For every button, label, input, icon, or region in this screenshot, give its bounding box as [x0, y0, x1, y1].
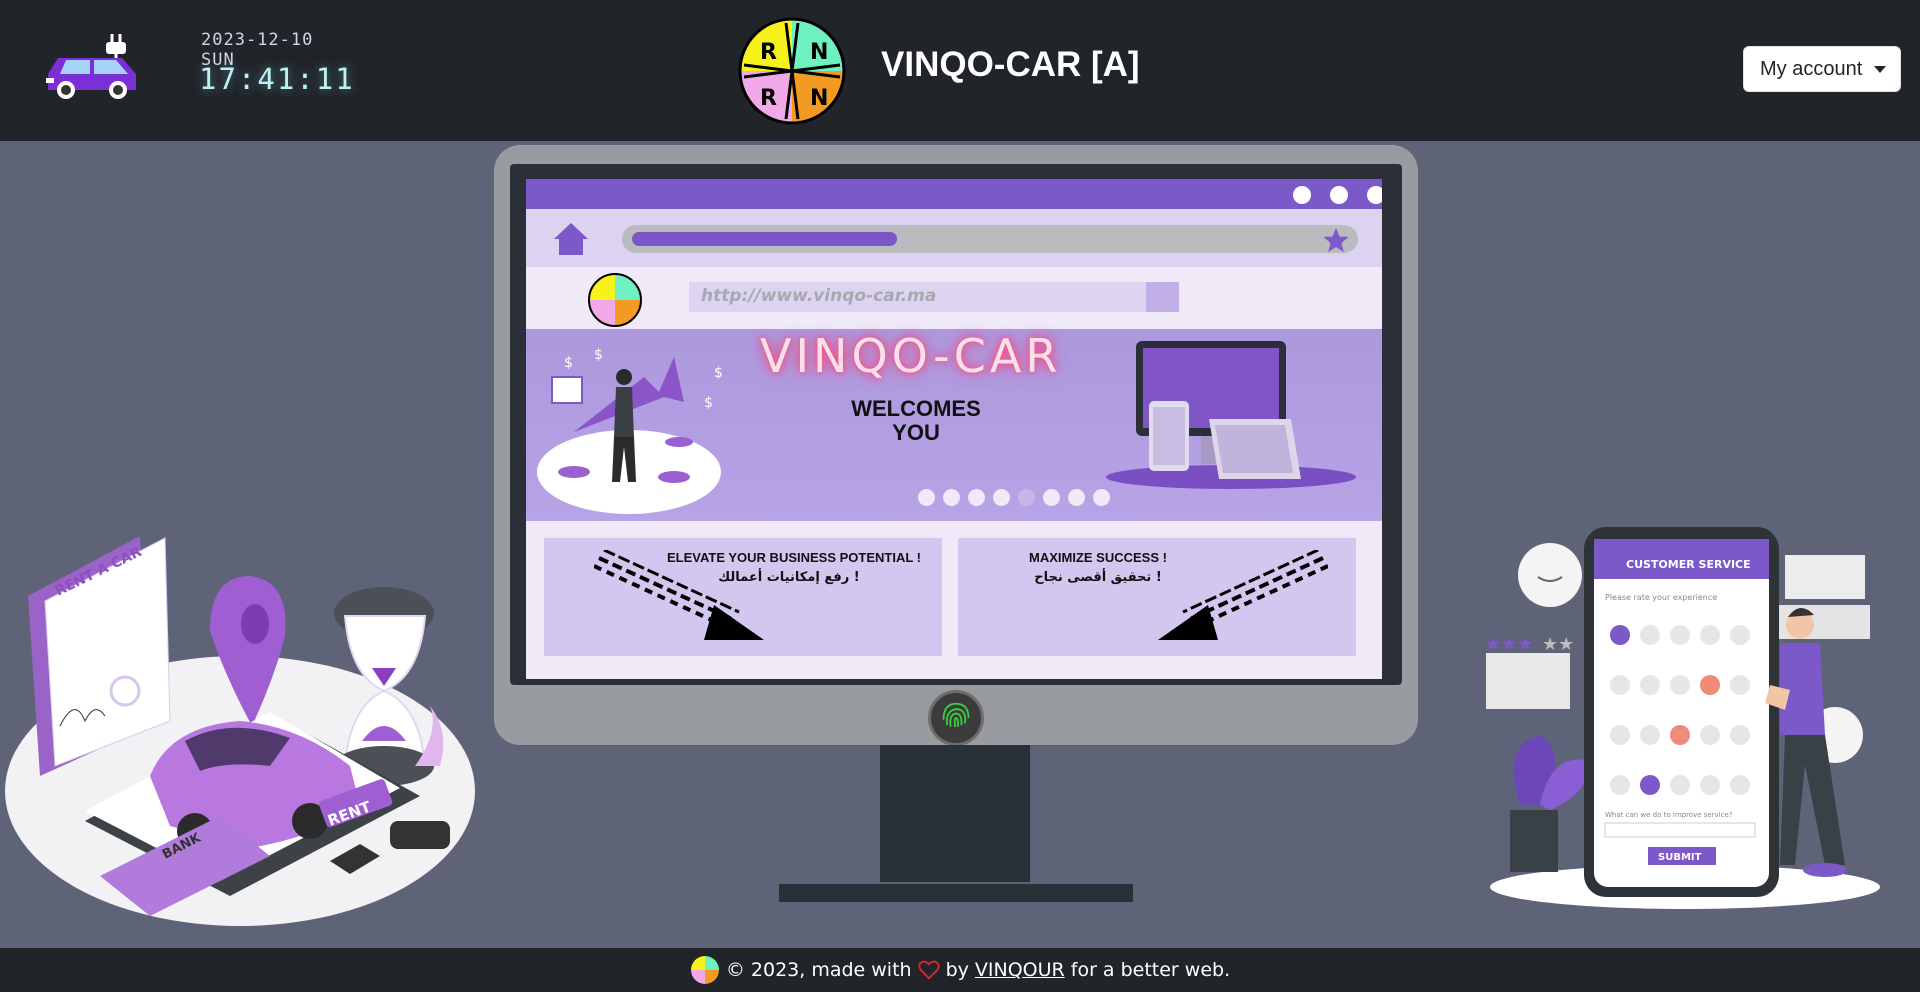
customer-service-illustration: ★★★ ★★ CUSTOMER SERVICE Please rate your…	[1485, 527, 1880, 909]
url-bar: http://www.vinqo-car.ma	[689, 282, 1179, 312]
phone-submit: SUBMIT	[1658, 852, 1702, 863]
footer-by: by	[945, 959, 969, 981]
feature-card-title: MAXIMIZE SUCCESS !	[1029, 550, 1167, 565]
progress-fill	[632, 232, 897, 246]
hero-subtitle: WELCOMES YOU	[836, 397, 996, 445]
account-label: My account	[1760, 57, 1863, 80]
window-dot	[1330, 186, 1348, 204]
star-icon	[1323, 228, 1349, 252]
caret-down-icon	[1874, 66, 1886, 73]
home-icon	[554, 223, 588, 255]
hero-subtitle-line2: YOU	[892, 420, 940, 445]
carousel-dot	[1043, 489, 1060, 506]
devices-illustration	[1106, 341, 1356, 489]
monitor-screen: http://www.vinqo-car.ma $ $ $ $ VINQO-CA…	[526, 179, 1382, 679]
url-text: http://www.vinqo-car.ma	[701, 286, 937, 306]
main-content: RENT A CAR RENT BANK http://www.vinqo-ca…	[0, 141, 1920, 948]
arrow-graphic	[1158, 550, 1328, 640]
hero-title: VINQO-CAR	[760, 329, 1062, 383]
author-link[interactable]: VINQOUR	[975, 959, 1065, 981]
monitor-base	[779, 884, 1133, 902]
carousel-dot	[993, 489, 1010, 506]
feature-card-title: ELEVATE YOUR BUSINESS POTENTIAL !	[666, 550, 921, 565]
feature-card: ELEVATE YOUR BUSINESS POTENTIAL ! رفع إم…	[544, 538, 942, 656]
arrow-graphic	[594, 550, 764, 640]
footer: © 2023, made with by VINQOUR for a bette…	[0, 948, 1920, 992]
browser-nav-row	[526, 209, 1382, 267]
brand-logo-small	[588, 273, 642, 327]
svg-text:$: $	[594, 347, 603, 363]
footer-tagline: for a better web.	[1070, 959, 1231, 981]
svg-text:$: $	[564, 355, 573, 371]
carousel-dot	[1093, 489, 1110, 506]
window-dot	[1367, 186, 1382, 204]
top-header: 2023-12-10 SUN 17:41:11 R N R N VINQO-CA…	[0, 0, 1920, 141]
phone-question: What can we do to improve service?	[1605, 811, 1733, 819]
browser-url-row: http://www.vinqo-car.ma	[526, 267, 1382, 329]
feature-card: MAXIMIZE SUCCESS ! تحقيق أقصى نجاح !	[958, 538, 1356, 656]
carousel-dot	[968, 489, 985, 506]
feature-card-title-arabic: رفع إمكانيات أعمالك !	[718, 570, 860, 585]
heart-icon	[917, 960, 940, 980]
carousel-dot	[943, 489, 960, 506]
fingerprint-icon	[928, 690, 984, 746]
svg-text:R: R	[760, 40, 777, 65]
feature-card-title-arabic: تحقيق أقصى نجاح !	[1034, 570, 1162, 585]
business-man-illustration: $ $ $ $	[537, 347, 723, 514]
svg-text:N: N	[810, 40, 828, 65]
my-account-dropdown[interactable]: My account	[1743, 46, 1901, 92]
phone-header: CUSTOMER SERVICE	[1626, 558, 1751, 571]
svg-text:★★★: ★★★	[1485, 634, 1533, 655]
loading-progress-bar	[622, 225, 1358, 253]
clock-widget: 2023-12-10 SUN 17:41:11	[190, 20, 353, 104]
footer-logo-icon	[690, 956, 719, 984]
browser-title-bar	[526, 179, 1382, 209]
phone-prompt: Please rate your experience	[1605, 593, 1717, 602]
brand-logo: R N R N	[738, 17, 846, 125]
svg-text:N: N	[810, 86, 828, 111]
svg-text:$: $	[704, 395, 713, 411]
footer-copyright: © 2023, made with	[725, 959, 912, 981]
rent-a-car-illustration: RENT A CAR RENT BANK	[5, 536, 475, 926]
hero-banner: $ $ $ $ VINQO-CAR WELCOMES YOU	[526, 329, 1382, 521]
svg-text:R: R	[760, 86, 777, 111]
carousel-dot	[1018, 489, 1035, 506]
clock-time: 17:41:11	[199, 62, 355, 96]
carousel-dot	[1068, 489, 1085, 506]
carousel-dot	[918, 489, 935, 506]
carousel-indicators	[918, 489, 1188, 509]
car-plug-icon	[46, 34, 136, 99]
brand-title: VINQO-CAR [A]	[881, 45, 1140, 84]
url-go-button	[1146, 282, 1179, 312]
hero-subtitle-line1: WELCOMES	[851, 396, 981, 421]
monitor-frame: http://www.vinqo-car.ma $ $ $ $ VINQO-CA…	[494, 145, 1418, 746]
footer-content: © 2023, made with by VINQOUR for a bette…	[0, 948, 1920, 992]
feature-cards: ELEVATE YOUR BUSINESS POTENTIAL ! رفع إم…	[526, 521, 1382, 679]
svg-text:$: $	[714, 365, 723, 381]
window-dot	[1293, 186, 1311, 204]
monitor-stand	[880, 745, 1030, 882]
svg-text:★★: ★★	[1542, 634, 1574, 655]
